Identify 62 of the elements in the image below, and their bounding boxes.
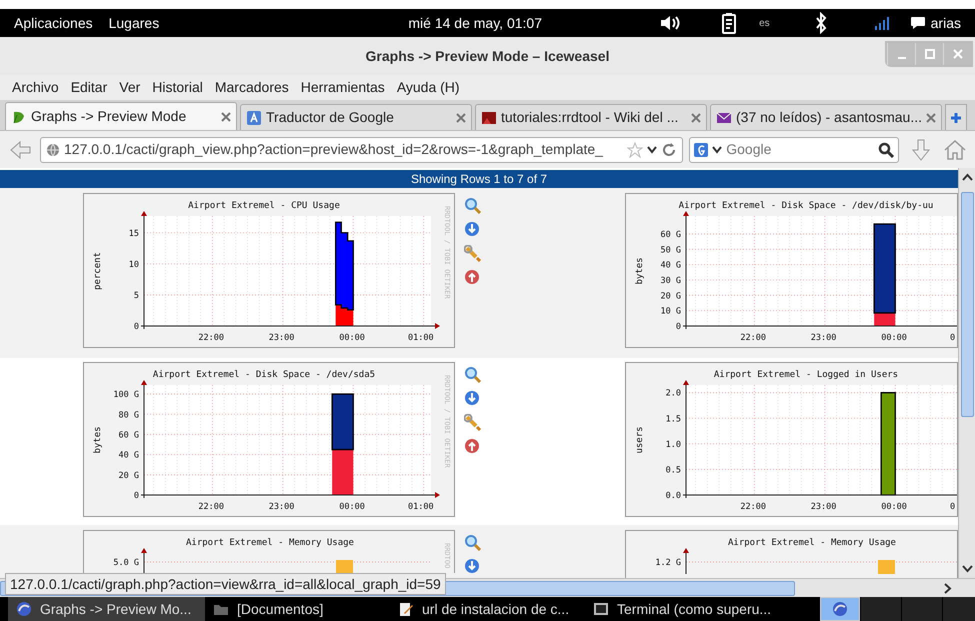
y-tick-label: 50 G: [660, 245, 681, 256]
y-tick-label: 0: [134, 322, 139, 332]
tab-label: Traductor de Google: [266, 108, 395, 127]
y-tick-label: 0.5: [666, 465, 681, 476]
y-axis-label: percent: [93, 252, 103, 290]
x-tick-label: 01:00: [408, 333, 434, 343]
y-tick-label: 15: [128, 228, 139, 239]
y-tick-label: 10 G: [660, 306, 681, 317]
y-axis-label: users: [635, 426, 645, 454]
y-tick-label: 20 G: [660, 291, 681, 302]
y-tick-label: 80 G: [118, 410, 139, 420]
tab-label: (37 no leídos) - asantosmau...: [736, 108, 922, 127]
x-tick-label: 0: [950, 333, 956, 343]
chart-title: Airport Extremel - Memory Usage: [728, 538, 896, 548]
y-axis-label: bytes: [93, 426, 103, 454]
x-tick-label: 23:00: [268, 333, 294, 343]
x-tick-label: 0: [950, 502, 956, 512]
x-tick-label: 00:00: [881, 333, 907, 343]
y-tick-label: 5: [134, 290, 139, 301]
x-tick-label: 22:00: [198, 502, 224, 512]
y-tick-label: 0: [134, 491, 139, 501]
chart-title: Airport Extremel - Disk Space - /dev/disk/by-uu: [678, 201, 934, 211]
y-tick-label: 60 G: [118, 430, 139, 440]
y-tick-label: 20 G: [118, 470, 139, 481]
y-tick-label: 5.0 G: [113, 558, 139, 568]
url-text: 127.0.0.1/cacti/graph_view.php?action=preview&host_id=2&rows=-1&graph_template_: [64, 140, 604, 159]
y-tick-label: 1.5: [666, 414, 681, 424]
tab-label: Graphs -> Preview Mode: [31, 107, 188, 126]
x-tick-label: 22:00: [740, 333, 766, 343]
y-tick-label: 40 G: [660, 260, 681, 271]
taskbar-label: [Documentos]: [237, 600, 324, 619]
y-axis-label: bytes: [635, 257, 645, 285]
url-status-tooltip: 127.0.0.1/cacti/graph.php?action=view&rra_id=all&local_graph_id=59: [5, 573, 446, 595]
x-tick-label: 22:00: [198, 333, 224, 343]
y-tick-label: 1.0: [666, 440, 681, 450]
chart-title: Airport Extremel - Memory Usage: [186, 538, 354, 548]
y-tick-label: 2.0: [666, 388, 681, 399]
x-tick-label: 23:00: [810, 333, 836, 343]
chart-title: Airport Extremel - Logged in Users: [714, 370, 898, 380]
x-tick-label: 01:00: [408, 502, 434, 512]
chart-title: Airport Extremel - CPU Usage: [188, 201, 340, 211]
taskbar-label: Graphs -> Preview Mo...: [40, 600, 192, 619]
y-tick-label: 0.0: [666, 491, 681, 501]
taskbar-label: Terminal (como superu...: [617, 600, 772, 619]
x-tick-label: 00:00: [339, 502, 365, 512]
x-tick-label: 22:00: [740, 502, 766, 512]
x-tick-label: 23:00: [268, 502, 294, 512]
y-tick-label: 10: [128, 260, 139, 270]
y-tick-label: 0: [676, 322, 681, 332]
y-tick-label: 1.2 G: [655, 558, 681, 568]
x-tick-label: 23:00: [810, 502, 836, 512]
window-title: Graphs -> Preview Mode – Iceweasel: [366, 46, 610, 66]
y-tick-label: 100 G: [113, 390, 139, 400]
tab-label: tutoriales:rrdtool - Wiki del ...: [501, 108, 680, 127]
x-tick-label: 00:00: [881, 502, 907, 512]
y-tick-label: 30 G: [660, 276, 681, 286]
taskbar-label: url de instalacion de c...: [422, 600, 570, 618]
y-tick-label: 60 G: [660, 230, 681, 240]
chart-title: Airport Extremel - Disk Space - /dev/sda5: [152, 370, 376, 380]
y-tick-label: 40 G: [118, 450, 139, 461]
x-tick-label: 00:00: [339, 333, 365, 343]
rows-count-text: Showing Rows 1 to 7 of 7: [410, 171, 548, 188]
